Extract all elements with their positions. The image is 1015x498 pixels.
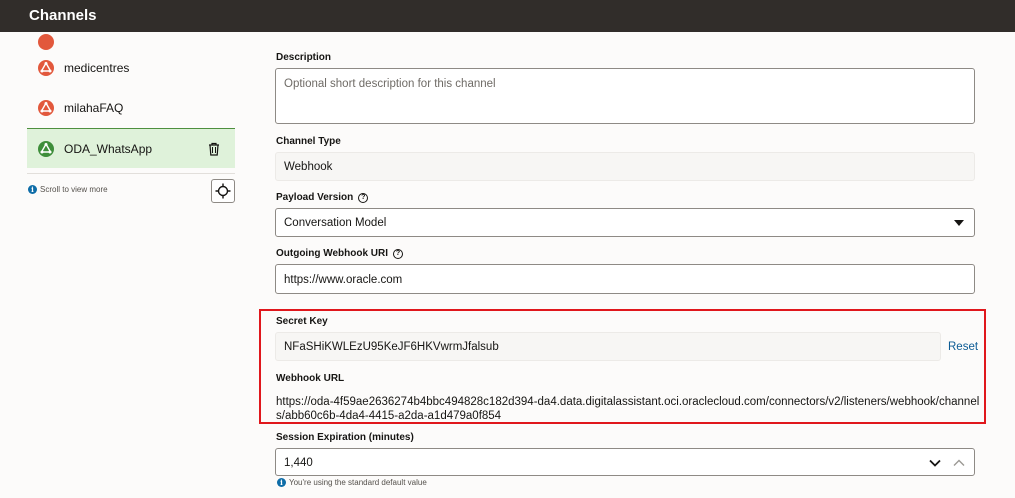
secret-key-label: Secret Key xyxy=(276,316,328,327)
outgoing-uri-input[interactable]: https://www.oracle.com xyxy=(275,264,975,294)
divider xyxy=(27,173,235,174)
channel-label: ODA_WhatsApp xyxy=(64,142,153,156)
info-icon: i xyxy=(28,185,37,194)
outgoing-uri-value: https://www.oracle.com xyxy=(284,274,403,286)
scroll-hint: i Scroll to view more xyxy=(28,185,108,194)
chevron-up-icon[interactable] xyxy=(952,457,966,469)
session-expiration-note-text: You're using the standard default value xyxy=(289,478,427,487)
channel-label: milahaFAQ xyxy=(64,101,124,115)
outgoing-uri-label-text: Outgoing Webhook URI xyxy=(276,248,389,259)
locate-button[interactable] xyxy=(211,179,235,203)
trash-icon[interactable] xyxy=(207,142,221,156)
channel-type-field: Webhook xyxy=(275,152,975,181)
dropdown-caret-icon xyxy=(954,220,964,226)
info-icon: i xyxy=(277,478,286,487)
help-icon[interactable]: ? xyxy=(358,193,369,203)
payload-version-select[interactable]: Conversation Model xyxy=(275,208,975,237)
description-textarea[interactable]: Optional short description for this chan… xyxy=(275,68,975,124)
description-placeholder: Optional short description for this chan… xyxy=(284,78,496,90)
channel-sidebar: medicentres milahaFAQ ODA_WhatsApp i Scr… xyxy=(0,32,250,498)
secret-key-field: NFaSHiKWLEzU95KeJF6HKVwrmJfalsub xyxy=(275,332,941,361)
session-expiration-label: Session Expiration (minutes) xyxy=(276,432,414,443)
channel-label: medicentres xyxy=(64,61,130,75)
secret-key-value: NFaSHiKWLEzU95KeJF6HKVwrmJfalsub xyxy=(284,341,499,353)
channel-item-milahafaq[interactable]: milahaFAQ xyxy=(27,88,235,128)
webhook-url-label: Webhook URL xyxy=(276,373,345,384)
chevron-down-icon[interactable] xyxy=(928,457,942,469)
channel-type-label: Channel Type xyxy=(276,136,341,147)
session-expiration-input[interactable]: 1,440 xyxy=(275,448,975,476)
scroll-hint-text: Scroll to view more xyxy=(40,185,108,194)
description-label: Description xyxy=(276,52,332,63)
payload-version-label: Payload Version? xyxy=(276,192,369,203)
channel-icon xyxy=(38,60,54,76)
channel-type-value: Webhook xyxy=(284,161,333,173)
outgoing-uri-label: Outgoing Webhook URI? xyxy=(276,248,404,259)
channel-icon xyxy=(38,141,54,157)
session-expiration-note: i You're using the standard default valu… xyxy=(277,478,427,487)
webhook-url-value: https://oda-4f59ae2636274b4bbc494828c182… xyxy=(276,396,980,422)
reset-link[interactable]: Reset xyxy=(948,341,978,353)
help-icon[interactable]: ? xyxy=(393,249,404,259)
channel-item-medicentres[interactable]: medicentres xyxy=(27,48,235,88)
crosshair-icon xyxy=(215,183,231,199)
channel-icon xyxy=(38,100,54,116)
payload-version-value: Conversation Model xyxy=(284,217,387,229)
channel-item-oda-whatsapp[interactable]: ODA_WhatsApp xyxy=(27,128,235,168)
session-expiration-value: 1,440 xyxy=(284,457,313,469)
payload-version-label-text: Payload Version xyxy=(276,192,354,203)
